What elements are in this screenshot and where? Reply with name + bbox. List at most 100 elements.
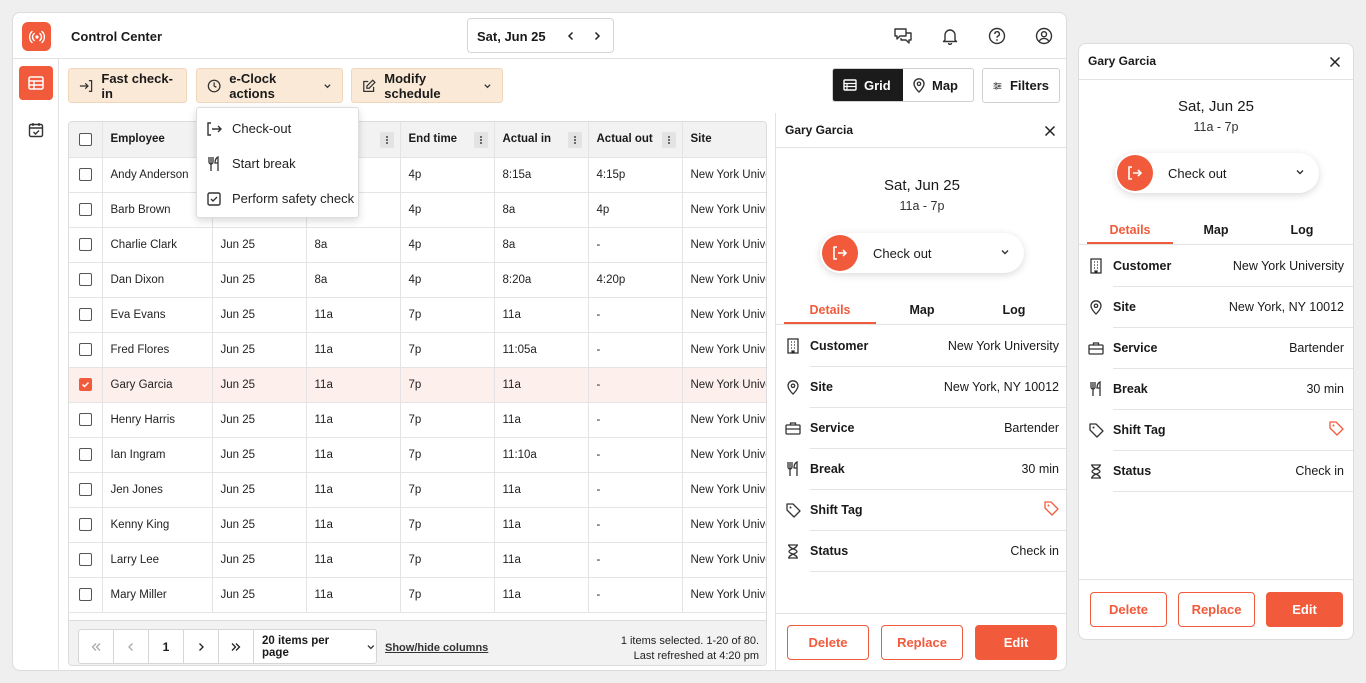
edit-button[interactable]: Edit [975, 625, 1057, 660]
row-checkbox[interactable] [79, 448, 92, 461]
eclock-actions-label: e-Clock actions [229, 70, 277, 101]
cell-site: New York University [682, 227, 766, 263]
row-checkbox[interactable] [79, 378, 92, 391]
shift-time: 11a - 7p [899, 199, 945, 213]
column-menu-icon[interactable] [379, 132, 394, 148]
column-header-actual-out[interactable]: Actual out [588, 122, 683, 158]
table-row[interactable]: Ian Ingram Jun 25 11a 7p 11:10a - New York Uni… [69, 437, 766, 473]
checkout-action-select[interactable]: Check out [1115, 153, 1319, 193]
row-checkbox[interactable] [79, 518, 92, 531]
table-row[interactable]: Charlie ClarkJun 258a4p8a-New York Unive… [69, 227, 766, 263]
sign-in-icon [79, 79, 93, 92]
fast-checkin-button[interactable]: Fast check-in [68, 68, 187, 103]
eclock-actions-button[interactable]: e-Clock actions [196, 68, 343, 103]
checkout-action-select[interactable]: Check out [820, 233, 1024, 273]
column-header-site[interactable]: Site [682, 122, 766, 158]
menu-item-start-break[interactable]: Start break [197, 146, 358, 181]
building-icon [785, 338, 801, 354]
replace-button[interactable]: Replace [1178, 592, 1255, 627]
row-checkbox[interactable] [79, 343, 92, 356]
table-row[interactable]: Eva EvansJun 2511a7p11a-New York Univers… [69, 297, 766, 333]
tab-details[interactable]: Details [1087, 217, 1173, 244]
divider [1079, 579, 1353, 580]
show-hide-columns-link[interactable]: Show/hide columns [385, 642, 488, 654]
detail-value: New York, NY 10012 [1228, 300, 1344, 314]
row-checkbox[interactable] [79, 413, 92, 426]
edit-button[interactable]: Edit [1266, 592, 1343, 627]
shift-time: 11a - 7p [1193, 120, 1239, 134]
filters-button[interactable]: Filters [982, 68, 1060, 103]
cell-end: 7p [400, 577, 495, 613]
chat-icon[interactable] [893, 26, 913, 46]
column-menu-icon[interactable] [567, 132, 582, 148]
detail-label: Service [810, 421, 855, 435]
delete-button[interactable]: Delete [787, 625, 869, 660]
column-header-actual-in[interactable]: Actual in [494, 122, 589, 158]
menu-item-checkout[interactable]: Check-out [197, 111, 358, 146]
tab-log[interactable]: Log [1259, 217, 1345, 244]
chevron-down-icon [1296, 170, 1304, 175]
delete-button[interactable]: Delete [1090, 592, 1167, 627]
table-row[interactable]: Barb Brown4p8a4pNew York University [69, 192, 766, 228]
table-row[interactable]: Jen JonesJun 2511a7p11a-New York Univers… [69, 472, 766, 508]
grid-view-button[interactable]: Grid [833, 69, 903, 101]
tab-map[interactable]: Map [1173, 217, 1259, 244]
row-checkbox[interactable] [79, 168, 92, 181]
modify-schedule-button[interactable]: Modify schedule [351, 68, 503, 103]
close-icon[interactable] [1327, 54, 1343, 70]
detail-row-status: Status Check in [1079, 451, 1353, 492]
tab-log[interactable]: Log [968, 297, 1060, 324]
row-checkbox[interactable] [79, 308, 92, 321]
column-menu-icon[interactable] [661, 132, 676, 148]
selection-summary: 1 items selected. 1-20 of 80. [620, 635, 759, 647]
app-logo[interactable] [22, 22, 51, 51]
table-row[interactable]: Fred Flores Jun 25 11a 7p 11:05a - New York Un… [69, 332, 766, 368]
chevron-right-icon[interactable] [588, 27, 606, 45]
table-row[interactable]: Gary GarciaJun 2511a7p11a-New York Unive… [69, 367, 766, 403]
column-header-end-time[interactable]: End time [400, 122, 495, 158]
row-checkbox[interactable] [79, 483, 92, 496]
column-label: End time [408, 133, 458, 146]
row-checkbox[interactable] [79, 588, 92, 601]
first-page-button[interactable] [79, 630, 114, 663]
menu-item-safety-check[interactable]: Perform safety check [197, 181, 358, 216]
bell-icon[interactable] [940, 26, 960, 46]
tab-map[interactable]: Map [876, 297, 968, 324]
row-checkbox[interactable] [79, 203, 92, 216]
chevron-left-icon[interactable] [562, 27, 580, 45]
briefcase-icon [785, 420, 801, 436]
table-row[interactable]: Kenny KingJun 2511a7p11a-New York Univer… [69, 507, 766, 543]
shift-tag-button[interactable] [1329, 421, 1344, 436]
cell-actual-in: 11a [494, 507, 589, 543]
current-page[interactable]: 1 [149, 630, 184, 663]
user-avatar-icon[interactable] [1034, 26, 1054, 46]
row-checkbox[interactable] [79, 238, 92, 251]
select-all-checkbox[interactable] [79, 132, 92, 146]
last-refreshed: Last refreshed at 4:20 pm [633, 650, 759, 662]
prev-page-button[interactable] [114, 630, 149, 663]
close-icon[interactable] [1042, 123, 1058, 139]
detail-value: New York University [947, 339, 1059, 353]
row-checkbox[interactable] [79, 273, 92, 286]
help-icon[interactable] [987, 26, 1007, 46]
nav-grid-button[interactable] [19, 66, 53, 100]
next-page-button[interactable] [184, 630, 219, 663]
cell-actual-out: - [588, 577, 683, 613]
replace-button[interactable]: Replace [881, 625, 963, 660]
chevron-down-icon [484, 83, 491, 88]
row-checkbox[interactable] [79, 553, 92, 566]
nav-schedule-button[interactable] [19, 113, 53, 147]
shift-tag-button[interactable] [1044, 501, 1059, 516]
column-menu-icon[interactable] [473, 132, 488, 148]
table-row[interactable]: Henry Harris Jun 25 11a 7p 11a - New York Univ… [69, 402, 766, 438]
items-per-page-select[interactable]: 20 items per page [254, 630, 376, 663]
detail-label: Shift Tag [810, 503, 863, 517]
tab-details[interactable]: Details [784, 297, 876, 324]
map-view-button[interactable]: Map [903, 69, 968, 101]
table-row[interactable]: Mary MillerJun 2511a7p11a-New York Unive… [69, 577, 766, 613]
chevrons-right-icon [231, 642, 241, 651]
table-row[interactable]: Dan Dixon Jun 25 8a 4p 8:20a 4:20p New York Un… [69, 262, 766, 298]
table-row[interactable]: Andy Anderson4p8:15a4:15pNew York Univer… [69, 157, 766, 193]
last-page-button[interactable] [219, 630, 254, 663]
table-row[interactable]: Larry LeeJun 2511a7p11a-New York Univers… [69, 542, 766, 578]
